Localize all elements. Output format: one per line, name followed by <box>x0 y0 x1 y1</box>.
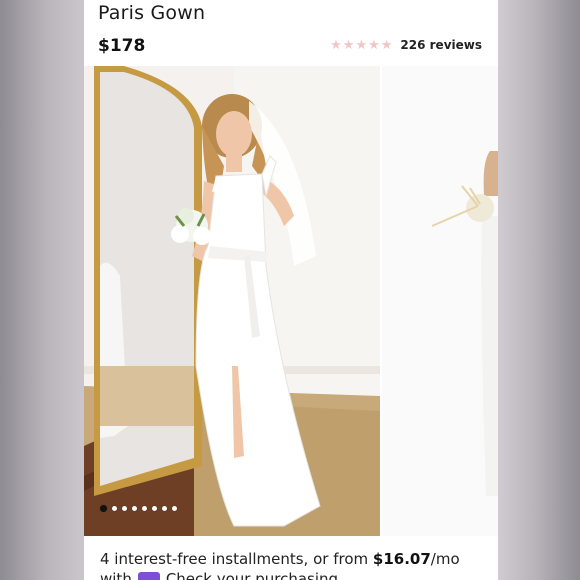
reviews-link[interactable]: 226 reviews <box>400 38 482 52</box>
carousel-dot[interactable] <box>142 506 147 511</box>
half-star-icon: ★ <box>380 37 393 53</box>
carousel-dot[interactable] <box>162 506 167 511</box>
installments-provider[interactable]: with Check your purchasing <box>100 570 338 580</box>
installments-amount: $16.07 <box>372 550 431 568</box>
installments-suffix: /mo <box>430 550 460 568</box>
carousel-dot[interactable] <box>172 506 177 511</box>
star-icon: ★ <box>342 37 355 53</box>
rating-stars: ★ ★ ★ ★ ★ <box>330 39 392 52</box>
star-icon: ★ <box>355 37 368 53</box>
product-photo-next[interactable] <box>382 66 498 536</box>
installments-text: 4 interest-free installments, or from $1… <box>100 548 490 570</box>
installments-with: with <box>100 570 132 580</box>
installments-prefix: 4 interest-free installments, or from <box>100 550 373 568</box>
star-icon: ★ <box>368 37 380 53</box>
product-price: $178 <box>98 36 146 56</box>
payment-provider-logo <box>137 572 160 580</box>
product-image-carousel[interactable] <box>84 66 498 536</box>
carousel-dot[interactable] <box>100 505 107 512</box>
product-page: Paris Gown $178 ★ ★ ★ ★ ★ 226 reviews 4 … <box>84 0 498 580</box>
rating-summary[interactable]: ★ ★ ★ ★ ★ 226 reviews <box>330 38 482 52</box>
product-title: Paris Gown <box>98 2 206 24</box>
product-photo[interactable] <box>84 66 380 536</box>
carousel-dot[interactable] <box>112 506 117 511</box>
carousel-dot[interactable] <box>132 506 137 511</box>
carousel-pagination <box>100 505 177 512</box>
star-icon: ★ <box>330 37 342 53</box>
carousel-dot[interactable] <box>152 506 157 511</box>
installments-check-link[interactable]: Check your purchasing <box>166 570 338 580</box>
carousel-dot[interactable] <box>122 506 127 511</box>
